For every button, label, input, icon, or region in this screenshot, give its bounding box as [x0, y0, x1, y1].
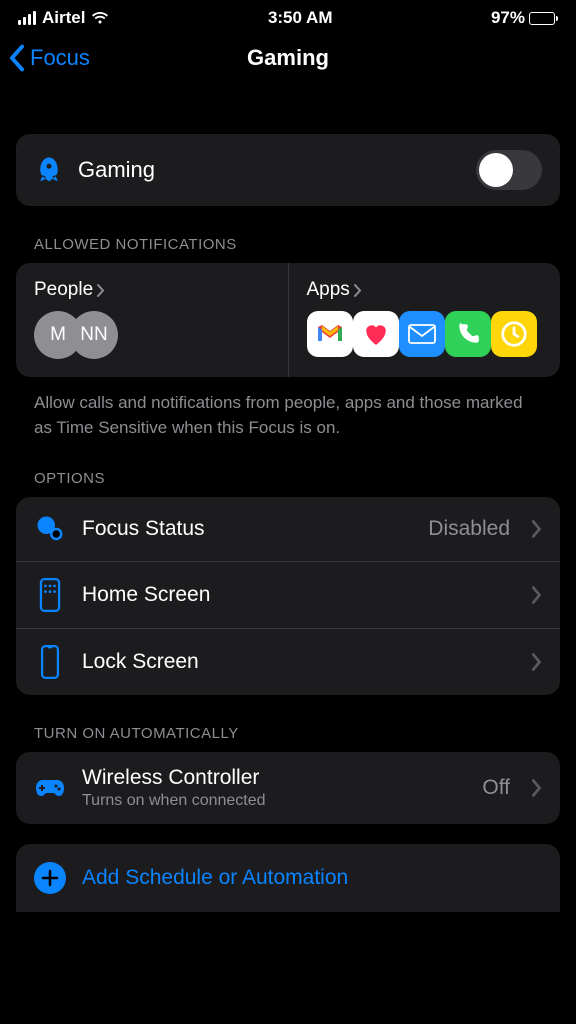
home-screen-icon [34, 578, 66, 612]
health-icon [353, 311, 399, 357]
clock-icon [491, 311, 537, 357]
add-schedule-label: Add Schedule or Automation [82, 866, 348, 890]
rocket-icon [34, 155, 64, 185]
option-home-screen[interactable]: Home Screen [16, 561, 560, 628]
allowed-apps[interactable]: Apps [288, 263, 561, 377]
row-label: Lock Screen [82, 650, 516, 674]
row-label: Focus Status [82, 517, 412, 541]
add-schedule-button[interactable]: Add Schedule or Automation [16, 844, 560, 912]
people-avatars: M NN [34, 311, 270, 359]
chevron-right-icon [97, 284, 105, 297]
focus-toggle[interactable] [476, 150, 542, 190]
row-label: Wireless Controller [82, 766, 466, 790]
chevron-left-icon [8, 44, 26, 72]
allowed-people[interactable]: People M NN [16, 263, 288, 377]
battery-pct: 97% [491, 8, 525, 28]
row-value: Disabled [428, 517, 510, 541]
chevron-right-icon [532, 779, 542, 797]
options-card: Focus Status Disabled Home Screen Lock S… [16, 497, 560, 695]
status-left: Airtel [18, 8, 109, 28]
nav-bar: Focus Gaming [0, 32, 576, 82]
chevron-right-icon [532, 653, 542, 671]
gmail-icon [307, 311, 353, 357]
wifi-icon [91, 11, 109, 25]
apps-label: Apps [307, 279, 350, 301]
back-label: Focus [30, 45, 90, 71]
focus-status-icon [34, 514, 66, 544]
chevron-right-icon [532, 520, 542, 538]
option-focus-status[interactable]: Focus Status Disabled [16, 497, 560, 561]
row-sublabel: Turns on when connected [82, 792, 466, 810]
chevron-right-icon [532, 586, 542, 604]
focus-name: Gaming [78, 157, 476, 183]
signal-icon [18, 11, 36, 25]
people-label: People [34, 279, 93, 301]
section-header-allowed: Allowed Notifications [16, 206, 560, 263]
battery-icon [529, 12, 558, 25]
status-bar: Airtel 3:50 AM 97% [0, 0, 576, 32]
avatar: NN [70, 311, 118, 359]
status-right: 97% [491, 8, 558, 28]
auto-card: Wireless Controller Turns on when connec… [16, 752, 560, 824]
plus-circle-icon [34, 862, 66, 894]
app-icons [307, 311, 543, 357]
focus-toggle-card: Gaming [16, 134, 560, 206]
allowed-footnote: Allow calls and notifications from peopl… [16, 377, 560, 440]
row-label: Home Screen [82, 583, 516, 607]
option-lock-screen[interactable]: Lock Screen [16, 628, 560, 695]
section-header-options: Options [16, 440, 560, 497]
status-time: 3:50 AM [268, 8, 333, 28]
auto-wireless-controller[interactable]: Wireless Controller Turns on when connec… [16, 752, 560, 824]
mail-icon [399, 311, 445, 357]
game-controller-icon [34, 776, 66, 800]
section-header-auto: Turn On Automatically [16, 695, 560, 752]
row-value: Off [482, 776, 510, 800]
allowed-card: People M NN Apps [16, 263, 560, 377]
back-button[interactable]: Focus [8, 44, 90, 72]
carrier-label: Airtel [42, 8, 85, 28]
lock-screen-icon [34, 645, 66, 679]
chevron-right-icon [354, 284, 362, 297]
phone-icon [445, 311, 491, 357]
